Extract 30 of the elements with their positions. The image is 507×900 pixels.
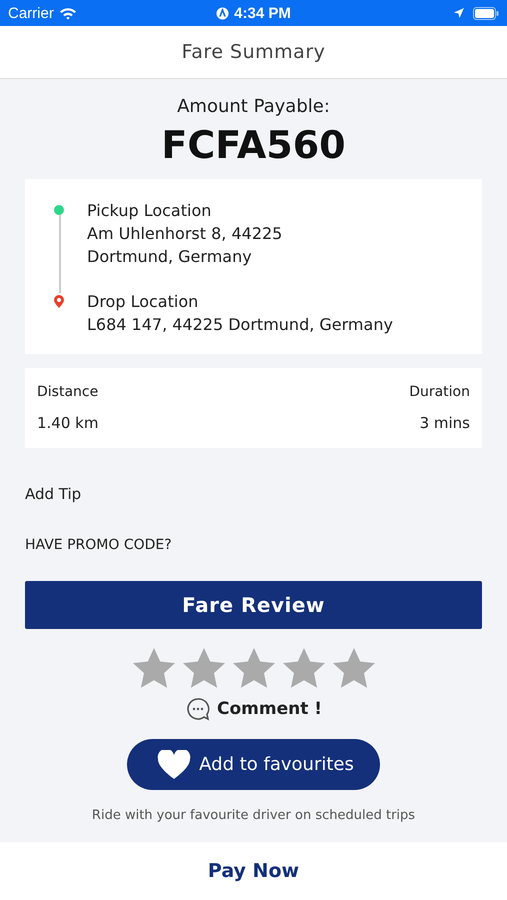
battery-icon [473,6,500,20]
star-icon[interactable] [132,647,176,689]
add-tip-link[interactable]: Add Tip [25,485,82,503]
pay-now-button[interactable]: Pay Now [204,856,304,886]
star-icon[interactable] [232,647,276,689]
star-icon[interactable] [332,647,376,689]
duration-value: 3 mins [420,414,470,432]
pickup-location-text: Pickup Location Am Uhlenhorst 8, 44225 Dortmund, Germany [87,200,284,268]
chat-bubble-icon [184,697,211,721]
carrier-label: Carrier [8,4,54,22]
distance-label: Distance [37,384,98,400]
promo-code-link[interactable]: HAVE PROMO CODE? [25,537,172,553]
drop-location-text: Drop Location L684 147, 44225 Dortmund, Germany [87,291,394,336]
comment-link[interactable]: Comment ! [216,699,322,719]
distance-value: 1.40 km [37,414,98,432]
rating-stars[interactable] [132,647,376,689]
wifi-icon [58,6,77,20]
status-time: 4:34 PM [234,4,291,22]
alarm-icon [216,6,230,20]
amount-label: Amount Payable: [177,96,330,117]
amount-value: FCFA560 [161,123,346,167]
heart-icon [157,750,192,780]
star-icon[interactable] [282,647,326,689]
add-favourites-button[interactable]: Add to favourites [127,739,380,790]
favourite-note: Ride with your favourite driver on scheduled trips [92,808,416,823]
duration-label: Duration [409,384,470,400]
screen-title: Fare Summary [182,41,326,63]
star-icon[interactable] [182,647,226,689]
fare-review-button[interactable]: Fare Review [25,581,482,629]
location-arrow-icon [453,7,466,19]
